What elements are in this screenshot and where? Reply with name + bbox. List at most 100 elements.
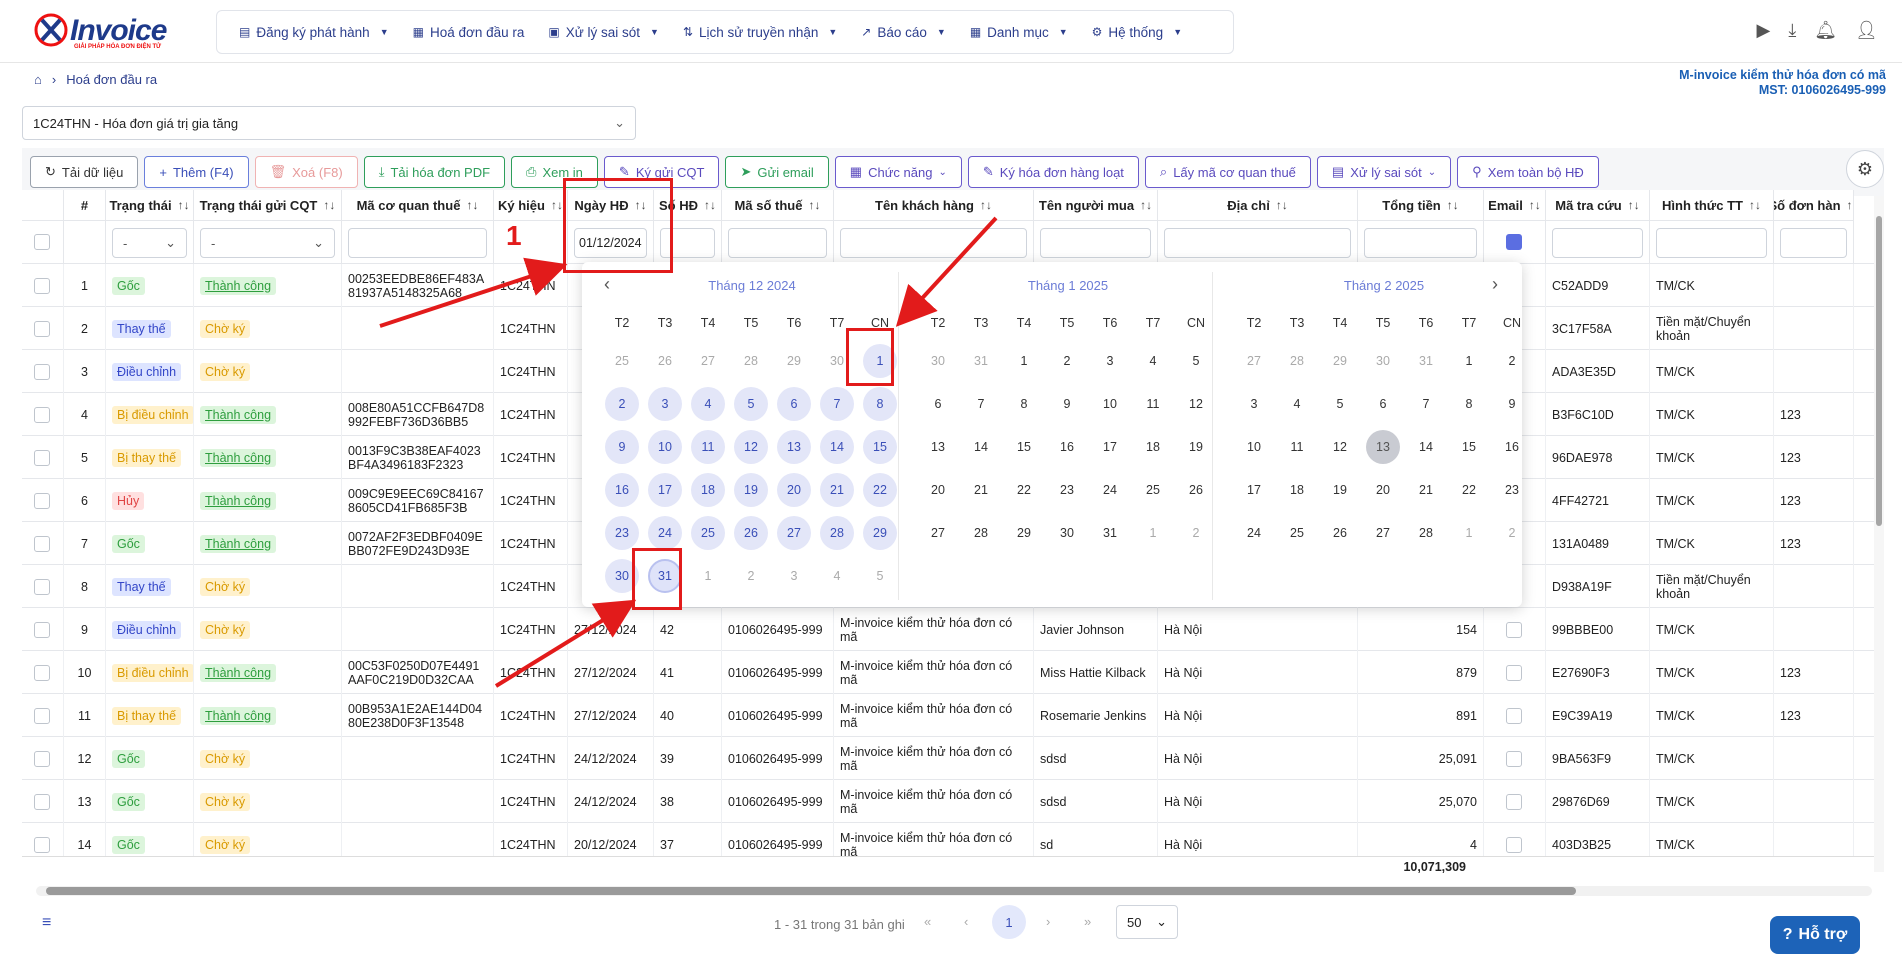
nav-item-0[interactable]: ▤ Đăng ký phát hành ▼ — [227, 17, 401, 47]
table-row[interactable]: 13 Gốc Chờ ký 1C24THN 24/12/2024 38 0106026495… — [22, 780, 1884, 823]
calendar-day[interactable]: 29 — [1007, 516, 1041, 550]
table-row[interactable]: 11 Bị thay thế Thành công 00B953A1E2AE144D0… — [22, 694, 1884, 737]
column-header-9[interactable]: Tên khách hàng ↑↓ — [834, 190, 1034, 221]
calendar-day[interactable]: 7 — [964, 387, 998, 421]
calendar-day[interactable]: 2 — [1179, 516, 1213, 550]
home-icon[interactable]: ⌂ — [34, 72, 42, 87]
sort-icon[interactable]: ↑↓ — [466, 198, 478, 212]
calendar-day[interactable]: 12 — [1323, 430, 1357, 464]
calendar-day[interactable]: 14 — [964, 430, 998, 464]
calendar-day[interactable]: 5 — [734, 387, 768, 421]
calendar-day[interactable]: 19 — [1179, 430, 1213, 464]
user-icon[interactable]: 👤︎ — [1855, 20, 1878, 41]
calendar-day[interactable]: 29 — [1323, 344, 1357, 378]
toolbar-button-11[interactable]: ⚲ Xem toàn bộ HĐ — [1457, 156, 1599, 188]
row-checkbox[interactable] — [34, 492, 50, 509]
sort-icon[interactable]: ↑↓ — [980, 198, 992, 212]
calendar-day[interactable]: 31 — [964, 344, 998, 378]
calendar-day[interactable]: 7 — [1409, 387, 1443, 421]
email-checkbox[interactable] — [1506, 707, 1522, 724]
row-checkbox[interactable] — [34, 750, 50, 767]
calendar-day[interactable]: 16 — [1495, 430, 1529, 464]
nav-item-4[interactable]: ↗ Báo cáo ▼ — [849, 17, 958, 47]
prev-page-button[interactable]: ‹ — [964, 914, 968, 929]
sort-icon[interactable]: ↑↓ — [1749, 198, 1761, 212]
calendar-day[interactable]: 20 — [777, 473, 811, 507]
table-row[interactable]: 14 Gốc Chờ ký 1C24THN 20/12/2024 37 0106026495… — [22, 823, 1884, 856]
calendar-day[interactable]: 2 — [1495, 344, 1529, 378]
sort-icon[interactable]: ↑↓ — [323, 198, 335, 212]
calendar-day[interactable]: 10 — [1237, 430, 1271, 464]
calendar-day[interactable]: 27 — [691, 344, 725, 378]
calendar-day[interactable]: 1 — [1452, 344, 1486, 378]
email-checkbox[interactable] — [1506, 664, 1522, 681]
row-checkbox[interactable] — [34, 277, 50, 294]
page-current[interactable]: 1 — [992, 905, 1026, 939]
calendar-day[interactable]: 30 — [921, 344, 955, 378]
calendar-day[interactable]: 17 — [648, 473, 682, 507]
calendar-day[interactable]: 4 — [1280, 387, 1314, 421]
sort-icon[interactable]: ↑↓ — [1847, 198, 1853, 212]
calendar-day[interactable]: 12 — [1179, 387, 1213, 421]
calendar-day[interactable]: 28 — [964, 516, 998, 550]
calendar-day[interactable]: 18 — [691, 473, 725, 507]
filter-input[interactable] — [1164, 228, 1351, 258]
calendar-day[interactable]: 20 — [1366, 473, 1400, 507]
nav-item-5[interactable]: ▦ Danh mục ▼ — [958, 17, 1080, 47]
calendar-day[interactable]: 3 — [777, 559, 811, 593]
table-row[interactable]: 10 Bị điều chỉnh Thành công 00C53F0250D07E4… — [22, 651, 1884, 694]
row-checkbox[interactable] — [34, 664, 50, 681]
sort-icon[interactable]: ↑↓ — [808, 198, 820, 212]
calendar-day[interactable]: 6 — [777, 387, 811, 421]
calendar-day[interactable]: 4 — [820, 559, 854, 593]
scrollbar-thumb[interactable] — [46, 887, 1576, 895]
toolbar-button-7[interactable]: ▦ Chức năng ⌄ — [834, 156, 962, 188]
calendar-day[interactable]: 24 — [648, 516, 682, 550]
column-header-5[interactable]: Ký hiệu ↑↓ — [494, 190, 568, 221]
last-page-button[interactable]: » — [1084, 914, 1091, 929]
toolbar-button-6[interactable]: ➤ Gửi email — [725, 156, 829, 188]
sort-icon[interactable]: ↑↓ — [178, 198, 190, 212]
cqt-status-filter-select[interactable]: - ⌄ — [200, 228, 335, 258]
email-checkbox[interactable] — [1506, 621, 1522, 638]
vertical-scrollbar[interactable] — [1874, 196, 1884, 872]
calendar-day[interactable]: 5 — [1179, 344, 1213, 378]
nav-item-3[interactable]: ⇅ Lịch sử truyền nhận ▼ — [671, 17, 849, 47]
calendar-day[interactable]: 25 — [1280, 516, 1314, 550]
toolbar-button-1[interactable]: + Thêm (F4) — [144, 156, 249, 188]
calendar-day[interactable]: 22 — [1452, 473, 1486, 507]
calendar-day[interactable]: 13 — [1366, 430, 1400, 464]
series-select[interactable]: 1C24THN - Hóa đơn giá trị gia tăng ⌄ — [22, 106, 636, 140]
calendar-day[interactable]: 1 — [1007, 344, 1041, 378]
toolbar-button-0[interactable]: ↻ Tải dữ liệu — [30, 156, 139, 188]
column-header-1[interactable]: # — [64, 190, 106, 221]
calendar-day[interactable]: 24 — [1237, 516, 1271, 550]
row-checkbox[interactable] — [34, 707, 50, 724]
help-button[interactable]: ? Hỗ trợ — [1770, 916, 1860, 954]
column-header-13[interactable]: Email ↑↓ — [1484, 190, 1546, 221]
calendar-day[interactable]: 8 — [1452, 387, 1486, 421]
nav-item-2[interactable]: ▣ Xử lý sai sót ▼ — [536, 17, 671, 47]
calendar-day[interactable]: 5 — [863, 559, 897, 593]
calendar-day[interactable]: 25 — [691, 516, 725, 550]
calendar-day[interactable]: 1 — [1136, 516, 1170, 550]
filter-input[interactable] — [1364, 228, 1477, 258]
calendar-day[interactable]: 17 — [1093, 430, 1127, 464]
calendar-day[interactable]: 11 — [1136, 387, 1170, 421]
calendar-day[interactable]: 28 — [734, 344, 768, 378]
calendar-day[interactable]: 2 — [605, 387, 639, 421]
toolbar-button-10[interactable]: ▤ Xử lý sai sót ⌄ — [1316, 156, 1452, 188]
scrollbar-thumb[interactable] — [1876, 216, 1882, 526]
row-checkbox[interactable] — [34, 793, 50, 810]
nav-item-6[interactable]: ⚙ Hệ thống ▼ — [1080, 17, 1194, 47]
column-header-16[interactable]: Số đơn hàn ↑↓ — [1774, 190, 1854, 221]
calendar-day[interactable]: 26 — [1179, 473, 1213, 507]
calendar-day[interactable]: 14 — [820, 430, 854, 464]
calendar-day[interactable]: 21 — [820, 473, 854, 507]
calendar-day[interactable]: 12 — [734, 430, 768, 464]
filter-input[interactable] — [728, 228, 827, 258]
calendar-day[interactable]: 15 — [1452, 430, 1486, 464]
column-header-2[interactable]: Trạng thái ↑↓ — [106, 190, 194, 221]
calendar-day[interactable]: 3 — [1237, 387, 1271, 421]
calendar-day[interactable]: 19 — [734, 473, 768, 507]
